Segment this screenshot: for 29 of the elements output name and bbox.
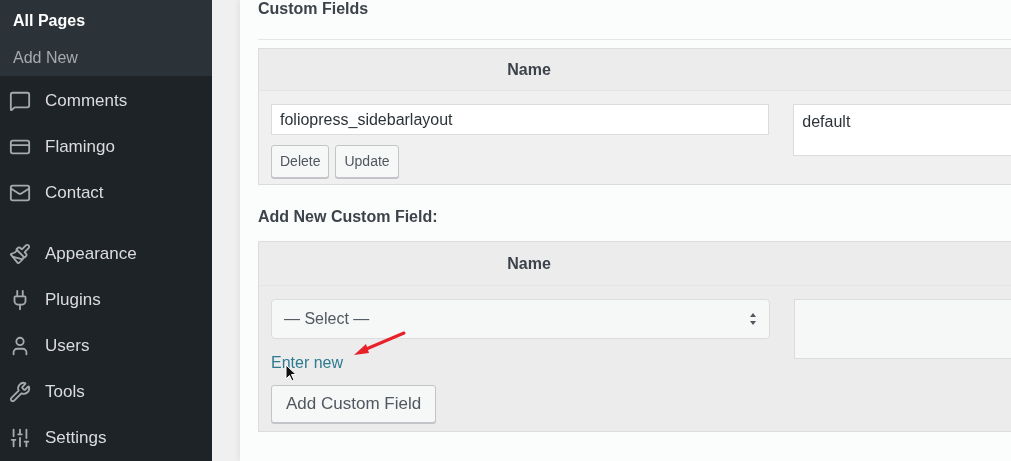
name-field[interactable]: foliopress_sidebarlayout (271, 104, 770, 135)
wrench-icon (9, 381, 31, 403)
menu-item[interactable]: Appearance (0, 231, 212, 277)
menu-item[interactable]: Plugins (0, 277, 212, 323)
section-title: Add New Custom Field: (258, 207, 438, 227)
sort-arrows-icon (748, 312, 757, 326)
menu-item[interactable]: Tools (0, 369, 212, 415)
value-field[interactable]: default (793, 104, 1011, 156)
key-select[interactable]: — Select — (271, 299, 770, 339)
submenu-item[interactable]: Add New (0, 39, 212, 76)
enter-new-link[interactable]: Enter new (271, 351, 344, 375)
value-field[interactable] (793, 299, 1011, 359)
action-button[interactable]: Delete (271, 145, 330, 178)
menu-item[interactable]: Comments (0, 78, 212, 124)
menu-item[interactable]: Users (0, 323, 212, 369)
section-title: Custom Fields (258, 0, 369, 19)
sliders-icon (9, 427, 31, 449)
action-button[interactable]: Update (335, 145, 399, 178)
menu-item[interactable]: Contact (0, 170, 212, 216)
menu-item[interactable]: Settings (0, 415, 212, 461)
envelope-icon (9, 182, 31, 204)
action-button[interactable]: Add Custom Field (271, 385, 437, 423)
speech-bubble-icon (9, 90, 31, 112)
annotation-arrow (352, 330, 408, 358)
column-header: Name (506, 59, 552, 80)
column-header: Name (506, 253, 552, 274)
paintbrush-icon (9, 243, 31, 265)
submenu-item[interactable]: All Pages (0, 2, 212, 39)
menu-item[interactable]: Flamingo (0, 124, 212, 170)
